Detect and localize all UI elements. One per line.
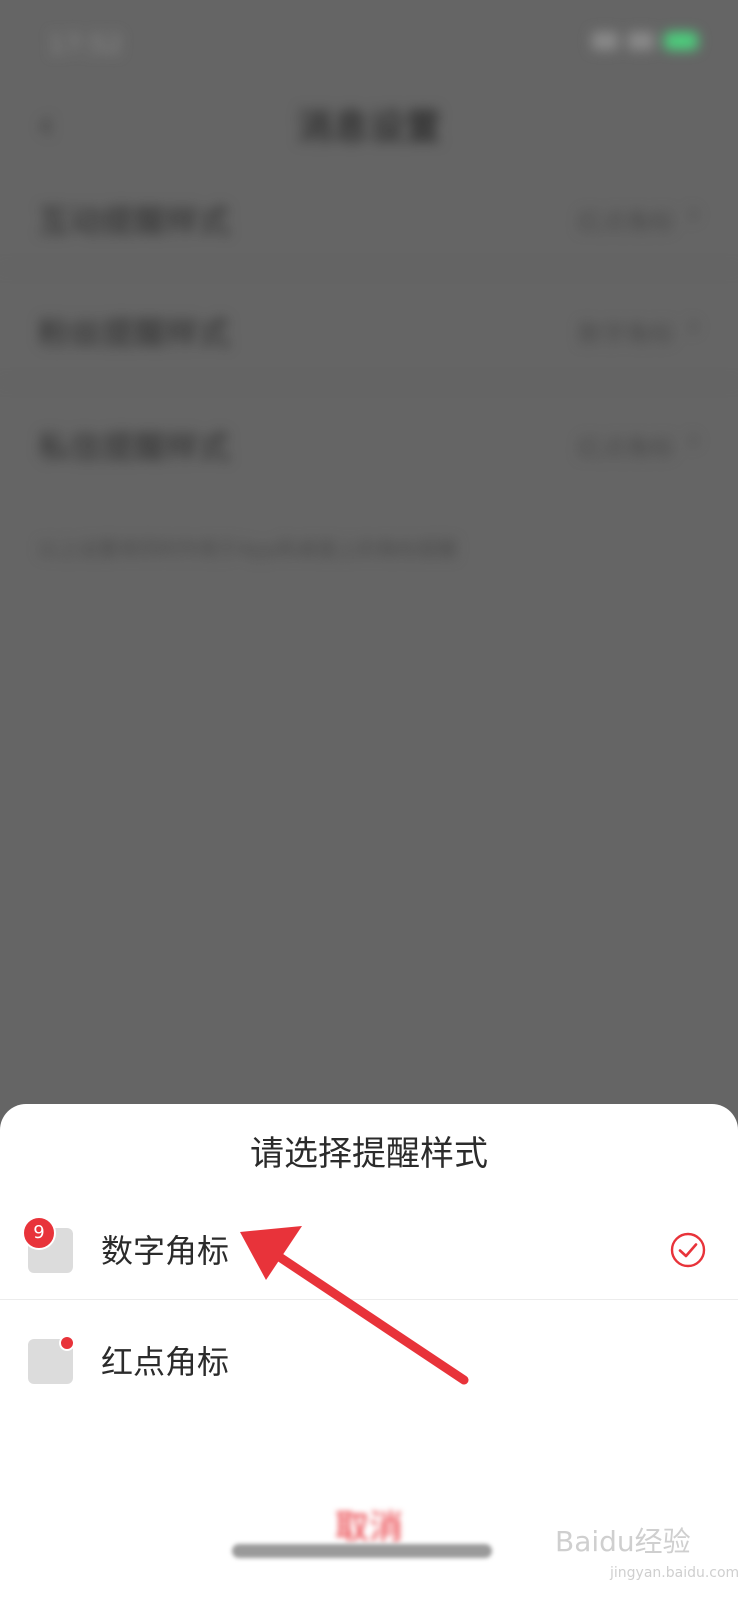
watermark-url: jingyan.baidu.com [610,1565,738,1581]
option-red-dot-badge[interactable]: 红点角标 [0,1305,738,1415]
app-icon-number-badge: 9 [22,1216,73,1273]
app-icon-red-dot [28,1335,75,1384]
setting-value: 红点角标 [578,434,674,462]
option-divider [0,1299,738,1300]
setting-row-interaction[interactable]: 互动提醒样式 红点角标 › [38,188,700,248]
option-label: 红点角标 [101,1343,230,1381]
sheet-title: 请选择提醒样式 [250,1134,488,1174]
setting-value: 红点角标 [578,208,674,236]
setting-value: 数字角标 [578,320,674,348]
battery-icon [664,32,698,50]
baidu-watermark: Baidu经验 [555,1525,691,1558]
chevron-right-icon: › [687,420,700,458]
wifi-icon [628,32,654,50]
setting-label: 互动提醒样式 [38,202,231,240]
check-circle-icon [670,1232,706,1268]
status-icons [592,32,698,50]
divider [0,382,738,383]
option-number-badge[interactable]: 9 数字角标 [0,1194,738,1304]
divider [0,268,738,269]
status-time: 17:52 [48,30,123,60]
option-label: 数字角标 [101,1232,230,1270]
chevron-right-icon: › [687,194,700,232]
status-bar: 17:52 [0,0,738,90]
red-dot-badge [59,1335,75,1351]
nav-bar: ‹ 消息设置 [0,80,738,160]
number-badge: 9 [22,1216,56,1250]
chevron-right-icon: › [687,306,700,344]
page-title: 消息设置 [296,107,441,148]
signal-icon [592,32,618,50]
setting-row-fans[interactable]: 粉丝提醒样式 数字角标 › [38,300,700,360]
setting-label: 粉丝提醒样式 [38,314,231,352]
home-indicator[interactable] [232,1544,492,1558]
setting-label: 私信提醒样式 [38,428,231,466]
settings-hint: 以上设置将同时作用于App和桌面上的角标提醒 [38,537,458,561]
setting-row-messages[interactable]: 私信提醒样式 红点角标 › [38,414,700,474]
